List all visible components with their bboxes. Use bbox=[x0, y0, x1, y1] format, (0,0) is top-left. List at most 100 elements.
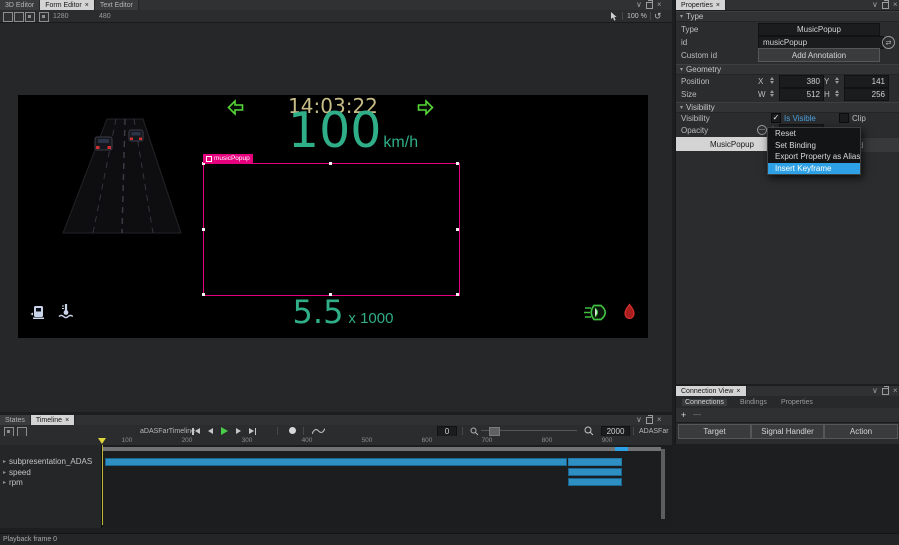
resize-handle[interactable] bbox=[329, 162, 332, 165]
next-frame-icon[interactable] bbox=[235, 428, 241, 434]
zoom-level-field[interactable]: 100 % bbox=[627, 13, 647, 20]
subtab-bindings[interactable]: Bindings bbox=[740, 399, 767, 406]
menu-item-export-alias[interactable]: Export Property as Alias bbox=[768, 151, 860, 163]
canvas-width-field[interactable]: 1280 bbox=[53, 13, 69, 20]
expand-arrow-icon[interactable]: ▸ bbox=[3, 458, 6, 465]
timeline-bar-speed[interactable] bbox=[568, 468, 622, 476]
remove-connection-icon[interactable]: — bbox=[693, 410, 701, 419]
action-column-button[interactable]: Action bbox=[824, 424, 898, 439]
zoom-out-icon[interactable] bbox=[470, 427, 479, 436]
float-window-icon[interactable] bbox=[881, 385, 889, 395]
track-row-rpm[interactable]: ▸ rpm bbox=[3, 478, 23, 487]
tab-3d-editor[interactable]: 3D Editor bbox=[0, 0, 41, 10]
x-field[interactable]: 380 bbox=[779, 75, 824, 88]
record-icon[interactable] bbox=[289, 427, 296, 434]
section-caret-icon[interactable]: ▾ bbox=[680, 105, 683, 111]
timeline-bar-subpresentation-segment[interactable] bbox=[568, 458, 622, 466]
type-combobox[interactable]: MusicPopup bbox=[758, 23, 880, 36]
section-caret-icon[interactable]: ▾ bbox=[680, 67, 683, 73]
y-stepper[interactable] bbox=[835, 77, 839, 84]
expand-arrow-icon[interactable]: ▸ bbox=[3, 479, 6, 486]
close-icon[interactable]: × bbox=[716, 2, 720, 9]
timeline-bar-subpresentation[interactable] bbox=[105, 458, 567, 466]
signal-handler-column-button[interactable]: Signal Handler bbox=[751, 424, 824, 439]
h-stepper[interactable] bbox=[835, 90, 839, 97]
float-window-icon[interactable] bbox=[645, 0, 653, 9]
add-annotation-button[interactable]: Add Annotation bbox=[758, 48, 880, 62]
chevron-down-icon[interactable]: ∨ bbox=[872, 1, 878, 9]
tab-timeline[interactable]: Timeline × bbox=[30, 415, 76, 425]
zoom-in-icon[interactable] bbox=[584, 426, 594, 436]
no-snapping-icon[interactable] bbox=[3, 12, 13, 22]
tab-states[interactable]: States bbox=[0, 415, 31, 425]
close-icon[interactable]: × bbox=[657, 1, 662, 9]
action-indicator-icon[interactable]: — bbox=[757, 125, 767, 135]
section-geometry[interactable]: ▾ Geometry bbox=[676, 64, 899, 75]
add-connection-icon[interactable]: + bbox=[681, 410, 686, 420]
float-window-icon[interactable] bbox=[645, 414, 653, 424]
previous-frame-icon[interactable] bbox=[207, 428, 213, 434]
target-column-button[interactable]: Target bbox=[678, 424, 751, 439]
tab-properties[interactable]: Properties × bbox=[676, 0, 726, 10]
resize-handle[interactable] bbox=[456, 293, 459, 296]
show-bounding-rect-icon[interactable] bbox=[39, 12, 49, 22]
resize-handle[interactable] bbox=[202, 228, 205, 231]
design-canvas[interactable]: 14:03:22 100 km/h musicPopup 5.5 x 1000 bbox=[18, 95, 648, 338]
timeline-horizontal-scrollbar[interactable] bbox=[103, 447, 661, 451]
export-id-icon[interactable]: ⇄ bbox=[882, 36, 895, 49]
float-window-icon[interactable] bbox=[881, 0, 889, 9]
timeline-zoom-slider[interactable] bbox=[481, 427, 577, 436]
section-visibility[interactable]: ▾ Visibility bbox=[676, 102, 899, 113]
menu-item-reset[interactable]: Reset bbox=[768, 128, 860, 140]
is-visible-label[interactable]: Is Visible bbox=[784, 114, 816, 123]
cursor-tool-icon[interactable] bbox=[610, 12, 618, 21]
chevron-down-icon[interactable]: ∨ bbox=[872, 387, 878, 395]
clip-label[interactable]: Clip bbox=[852, 114, 866, 123]
x-stepper[interactable] bbox=[770, 77, 774, 84]
timeline-track-area[interactable]: ▸ subpresentation_ADAS ▸ speed ▸ rpm bbox=[0, 445, 672, 528]
is-visible-checkbox[interactable]: ✓ bbox=[771, 113, 781, 123]
close-icon[interactable]: × bbox=[657, 416, 662, 424]
subtab-properties[interactable]: Properties bbox=[781, 399, 813, 406]
close-icon[interactable]: × bbox=[893, 387, 898, 395]
easing-curve-icon[interactable] bbox=[312, 427, 325, 435]
expand-arrow-icon[interactable]: ▸ bbox=[3, 469, 6, 476]
animation-curve-picker-icon[interactable] bbox=[17, 427, 27, 436]
section-type[interactable]: ▾ Type bbox=[676, 11, 899, 22]
tab-connection-view[interactable]: Connection View × bbox=[676, 386, 747, 396]
track-row-speed[interactable]: ▸ speed bbox=[3, 468, 31, 477]
playhead-line[interactable] bbox=[102, 445, 103, 525]
skip-to-start-icon[interactable] bbox=[192, 427, 200, 435]
snapping-anchors-icon[interactable] bbox=[25, 12, 35, 22]
close-icon[interactable]: × bbox=[65, 417, 69, 424]
y-field[interactable]: 141 bbox=[844, 75, 889, 88]
chevron-down-icon[interactable]: ∨ bbox=[636, 416, 642, 424]
clip-checkbox[interactable] bbox=[839, 113, 849, 123]
subtab-connections[interactable]: Connections bbox=[682, 399, 727, 406]
slider-handle[interactable] bbox=[489, 427, 500, 436]
playhead-marker[interactable] bbox=[98, 438, 106, 444]
track-row-subpresentation[interactable]: ▸ subpresentation_ADAS bbox=[3, 457, 92, 466]
timeline-bar-rpm[interactable] bbox=[568, 478, 622, 486]
menu-item-insert-keyframe[interactable]: Insert Keyframe bbox=[768, 162, 860, 174]
tab-text-editor[interactable]: Text Editor bbox=[94, 0, 139, 10]
tab-form-editor[interactable]: Form Editor × bbox=[40, 0, 95, 10]
h-field[interactable]: 256 bbox=[844, 88, 889, 101]
resize-handle[interactable] bbox=[456, 162, 459, 165]
timeline-vertical-scrollbar[interactable] bbox=[661, 449, 665, 519]
close-icon[interactable]: × bbox=[736, 388, 740, 395]
section-caret-icon[interactable]: ▾ bbox=[680, 14, 683, 20]
close-icon[interactable]: × bbox=[893, 1, 898, 9]
menu-item-set-binding[interactable]: Set Binding bbox=[768, 140, 860, 152]
selection-label[interactable]: musicPopup bbox=[203, 154, 253, 163]
snapping-icon[interactable] bbox=[14, 12, 24, 22]
resize-handle[interactable] bbox=[456, 228, 459, 231]
chevron-down-icon[interactable]: ∨ bbox=[636, 1, 642, 9]
resize-handle[interactable] bbox=[202, 293, 205, 296]
w-field[interactable]: 512 bbox=[779, 88, 824, 101]
close-icon[interactable]: × bbox=[85, 2, 89, 9]
skip-to-end-icon[interactable] bbox=[248, 427, 256, 435]
reset-zoom-icon[interactable]: ↺ bbox=[654, 11, 662, 22]
selection-rect[interactable] bbox=[202, 162, 460, 296]
play-icon[interactable] bbox=[220, 427, 228, 435]
